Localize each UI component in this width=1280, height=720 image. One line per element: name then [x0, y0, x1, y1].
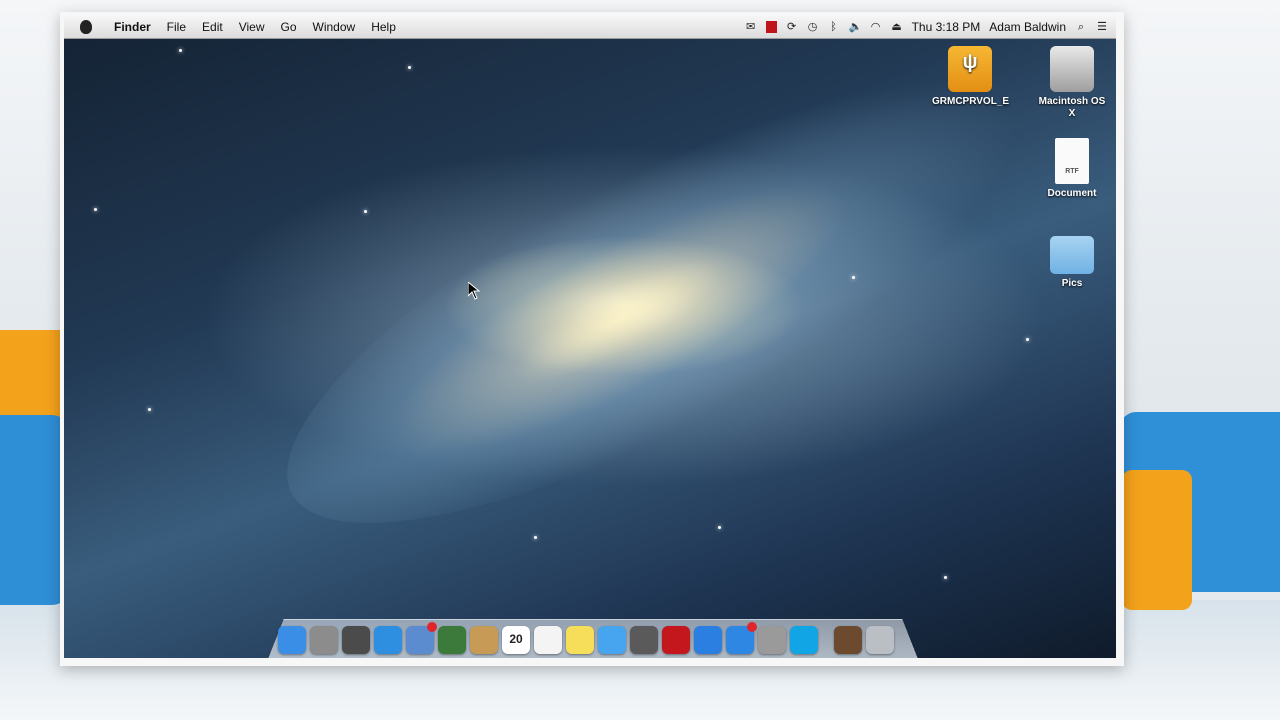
- notification-badge: [427, 622, 437, 632]
- mail-status-icon[interactable]: ✉: [745, 21, 757, 33]
- star: [718, 526, 721, 529]
- calendar-day-label: 20: [509, 632, 523, 646]
- menu-app-finder[interactable]: Finder: [106, 20, 159, 34]
- volume-icon[interactable]: 🔈: [849, 21, 863, 33]
- menu-edit[interactable]: Edit: [194, 20, 231, 34]
- star: [364, 210, 367, 213]
- dock-facetime-icon[interactable]: [630, 626, 658, 654]
- dock-photo-booth-icon[interactable]: [438, 626, 466, 654]
- dock-launchpad-icon[interactable]: [310, 626, 338, 654]
- hard-drive-icon: [1050, 46, 1094, 92]
- eject-icon[interactable]: ⏏: [891, 21, 903, 33]
- recording-status-icon[interactable]: [765, 21, 777, 33]
- rtf-document-icon: RTF: [1055, 138, 1089, 184]
- star: [179, 49, 182, 52]
- desktop-icon-label: Pics: [1061, 278, 1083, 289]
- status-area: ✉ ⟳ ◷ ᛒ 🔈 ◠ ⏏ Thu 3:18 PM Adam Baldwin ⌕…: [745, 20, 1116, 34]
- spotlight-search-icon[interactable]: ⌕: [1075, 21, 1087, 33]
- menu-clock[interactable]: Thu 3:18 PM: [912, 20, 981, 34]
- dock-contacts-icon[interactable]: [470, 626, 498, 654]
- menu-go[interactable]: Go: [273, 20, 305, 34]
- dock-pictures-stack-icon[interactable]: [834, 626, 862, 654]
- dock-system-preferences-icon[interactable]: [758, 626, 786, 654]
- file-type-label: RTF: [1065, 168, 1079, 175]
- star: [408, 66, 411, 69]
- star: [94, 208, 97, 211]
- menu-help[interactable]: Help: [363, 20, 404, 34]
- time-machine-icon[interactable]: ◷: [807, 21, 819, 33]
- bluetooth-icon[interactable]: ᛒ: [828, 21, 840, 33]
- star: [534, 536, 537, 539]
- star: [852, 276, 855, 279]
- usb-drive-icon: ψ: [948, 46, 992, 92]
- dock-mail-icon[interactable]: [406, 622, 437, 654]
- star: [944, 576, 947, 579]
- dock-trash-icon[interactable]: [866, 626, 894, 654]
- notification-center-icon[interactable]: ☰: [1096, 21, 1108, 33]
- user-name[interactable]: Adam Baldwin: [989, 20, 1066, 34]
- menu-bar: Finder File Edit View Go Window Help ✉ ⟳…: [64, 16, 1116, 39]
- dock-reminders-icon[interactable]: [534, 626, 562, 654]
- desktop-icon-label: Macintosh OS X: [1038, 96, 1106, 119]
- desktop-icon-label: GRMCPRVOL_E: [932, 96, 1010, 107]
- menu-view[interactable]: View: [231, 20, 273, 34]
- dock-calendar-icon[interactable]: 20: [502, 626, 530, 654]
- desktop-icon-document[interactable]: RTF Document: [1034, 138, 1110, 200]
- dock-safari-icon[interactable]: [374, 626, 402, 654]
- dock: 20: [278, 620, 894, 654]
- menu-file[interactable]: File: [159, 20, 194, 34]
- dock-mission-control-icon[interactable]: [342, 626, 370, 654]
- dock-finder-icon[interactable]: [278, 626, 306, 654]
- dock-itunes-icon[interactable]: [694, 626, 722, 654]
- dock-skype-icon[interactable]: [790, 626, 818, 654]
- desktop-screen: Finder File Edit View Go Window Help ✉ ⟳…: [64, 16, 1116, 658]
- dock-app-store-icon[interactable]: [726, 622, 757, 654]
- sync-icon[interactable]: ⟳: [786, 21, 798, 33]
- screen-frame: Finder File Edit View Go Window Help ✉ ⟳…: [60, 12, 1124, 666]
- wifi-icon[interactable]: ◠: [870, 21, 882, 33]
- star: [148, 408, 151, 411]
- desktop-icon-pics-folder[interactable]: Pics: [1034, 230, 1110, 290]
- apple-menu-icon[interactable]: [80, 20, 92, 34]
- desktop-icon-hard-drive[interactable]: Macintosh OS X: [1034, 46, 1110, 120]
- dock-photo-booth-red-icon[interactable]: [662, 626, 690, 654]
- orange-shape-right: [1122, 470, 1192, 610]
- menu-window[interactable]: Window: [305, 20, 364, 34]
- desktop-icon-usb-drive[interactable]: ψ GRMCPRVOL_E: [932, 46, 1010, 108]
- star: [1026, 338, 1029, 341]
- desktop-icon-label: Document: [1047, 188, 1097, 199]
- folder-icon: [1050, 236, 1094, 274]
- dock-messages-icon[interactable]: [598, 626, 626, 654]
- dock-notes-icon[interactable]: [566, 626, 594, 654]
- notification-badge: [747, 622, 757, 632]
